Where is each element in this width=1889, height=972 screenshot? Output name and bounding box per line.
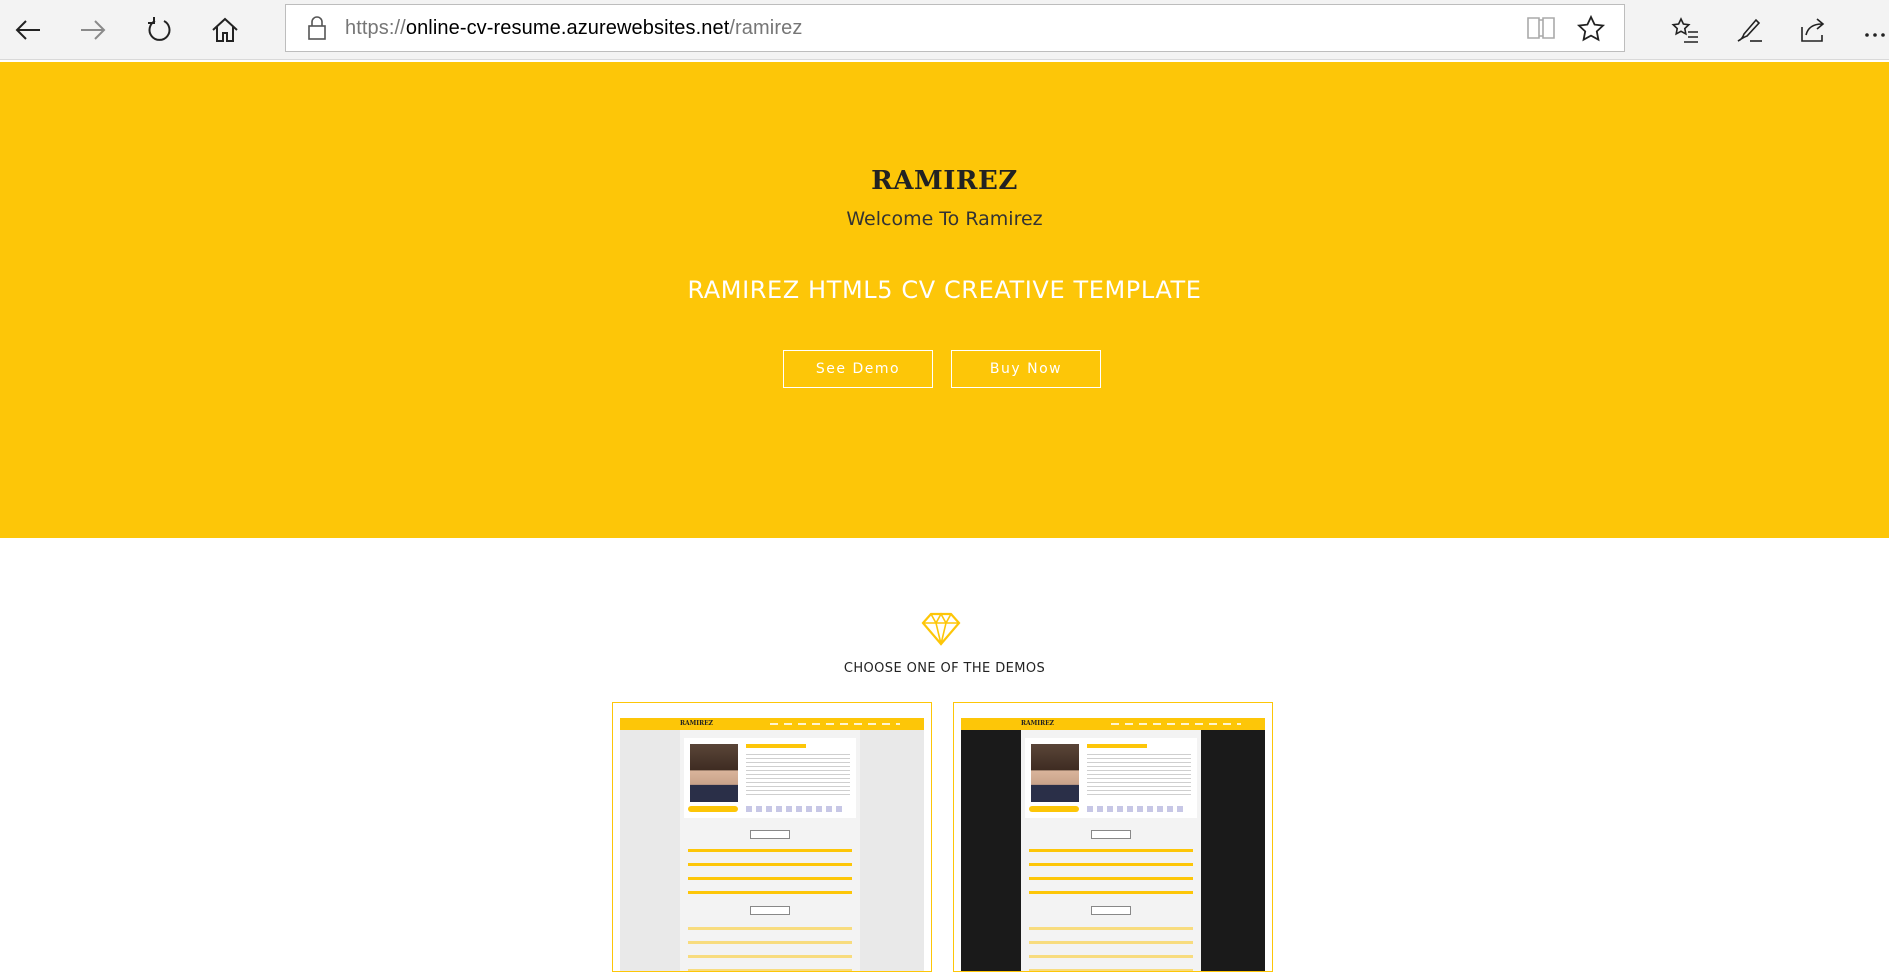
- more-icon: [1864, 33, 1885, 37]
- hero-tagline: RAMIREZ HTML5 CV CREATIVE TEMPLATE: [687, 276, 1202, 304]
- demo-card-light[interactable]: RAMIREZ: [612, 702, 932, 972]
- buy-now-button[interactable]: Buy Now: [951, 350, 1101, 388]
- more-button[interactable]: [1858, 8, 1889, 52]
- share-icon: [1801, 18, 1825, 42]
- forward-button[interactable]: [71, 8, 115, 52]
- demo-preview-light: RAMIREZ: [620, 718, 924, 971]
- refresh-icon: [148, 17, 171, 41]
- favorite-star-icon[interactable]: [1576, 14, 1606, 44]
- hero-section: RAMIREZ Welcome To Ramirez RAMIREZ HTML5…: [0, 62, 1889, 538]
- home-button[interactable]: [203, 8, 247, 52]
- browser-toolbar: https://online-cv-resume.azurewebsites.n…: [0, 0, 1889, 60]
- back-icon: [15, 20, 40, 40]
- hero-subtitle: Welcome To Ramirez: [846, 208, 1043, 230]
- see-demo-button[interactable]: See Demo: [783, 350, 933, 388]
- hero-title: RAMIREZ: [871, 166, 1018, 196]
- home-icon: [212, 17, 238, 42]
- demos-heading: CHOOSE ONE OF THE DEMOS: [843, 661, 1046, 676]
- demo-card-dark[interactable]: RAMIREZ: [953, 702, 1273, 972]
- pen-icon: [1737, 18, 1762, 42]
- address-bar[interactable]: https://online-cv-resume.azurewebsites.n…: [285, 4, 1625, 52]
- back-button[interactable]: [6, 8, 50, 52]
- url-text[interactable]: https://online-cv-resume.azurewebsites.n…: [345, 5, 802, 51]
- favorites-list-icon: [1671, 17, 1698, 43]
- url-scheme: https://: [345, 17, 406, 39]
- notes-button[interactable]: [1727, 8, 1771, 52]
- share-button[interactable]: [1791, 8, 1835, 52]
- forward-icon: [81, 20, 106, 40]
- refresh-button[interactable]: [137, 8, 181, 52]
- diamond-icon: [921, 612, 961, 646]
- favorites-list-button[interactable]: [1663, 8, 1707, 52]
- reading-view-icon[interactable]: [1526, 14, 1556, 42]
- demo-preview-dark: RAMIREZ: [961, 718, 1265, 971]
- lock-icon: [308, 16, 326, 40]
- url-path: /ramirez: [729, 17, 803, 39]
- url-host: online-cv-resume.azurewebsites.net: [405, 17, 730, 39]
